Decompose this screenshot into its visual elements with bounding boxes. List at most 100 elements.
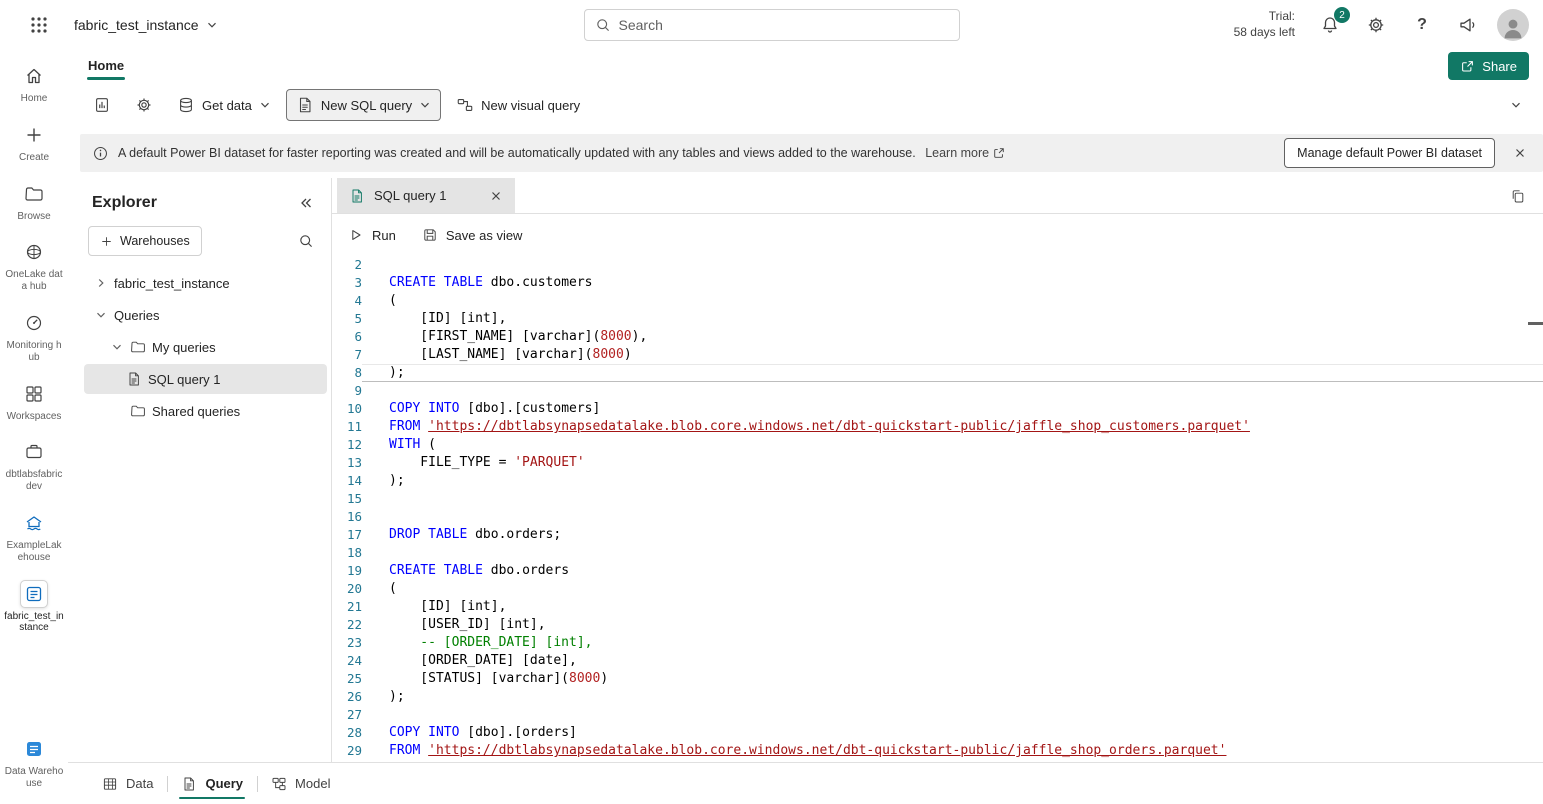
code-line[interactable]: 17 DROP TABLE dbo.orders; [332, 526, 1543, 544]
code-line[interactable]: 19 CREATE TABLE dbo.orders [332, 562, 1543, 580]
close-tab-button[interactable] [485, 185, 507, 207]
explorer-search-button[interactable] [291, 226, 321, 256]
code-line[interactable]: 15 [332, 490, 1543, 508]
line-number: 12 [332, 436, 362, 454]
code-line[interactable]: 20 ( [332, 580, 1543, 598]
workspace-switcher[interactable]: fabric_test_instance [74, 17, 218, 33]
learn-more-link[interactable]: Learn more [925, 146, 1005, 160]
code-line[interactable]: 9 [332, 382, 1543, 400]
nav-item-data-warehouse[interactable]: Data Warehouse [2, 727, 66, 798]
code-line[interactable]: 10 COPY INTO [dbo].[customers] [332, 400, 1543, 418]
line-content: [ID] [int], [362, 310, 1543, 328]
code-line[interactable]: 27 [332, 706, 1543, 724]
new-report-button[interactable] [84, 89, 120, 121]
bottom-tab-model[interactable]: Model [257, 763, 344, 804]
warehouse-settings-button[interactable] [126, 89, 162, 121]
line-content [362, 382, 1543, 400]
collapse-ribbon-button[interactable] [1499, 88, 1533, 122]
scrollbar-cursor-mark[interactable] [1528, 322, 1543, 325]
app-launcher-button[interactable] [22, 8, 56, 42]
nav-item-home[interactable]: Home [2, 54, 66, 113]
nav-item-dbtlabsfabricdev[interactable]: dbtlabsfabricdev [2, 430, 66, 501]
tree-chevron-icon[interactable] [110, 340, 124, 354]
nav-item-browse[interactable]: Browse [2, 172, 66, 231]
sql-code-editor[interactable]: 2 3 CREATE TABLE dbo.customers 4 ( 5 [ID… [332, 256, 1543, 762]
run-button[interactable]: Run [348, 227, 396, 243]
tree-chevron-icon[interactable] [94, 308, 108, 322]
tree-chevron-icon[interactable] [94, 276, 108, 290]
code-line[interactable]: 5 [ID] [int], [332, 310, 1543, 328]
add-warehouses-button[interactable]: Warehouses [88, 226, 202, 256]
nav-item-label: Workspaces [7, 411, 62, 423]
feedback-button[interactable] [1451, 8, 1485, 42]
nav-item-examplelakehouse[interactable]: ExampleLakehouse [2, 501, 66, 572]
tree-chevron-icon[interactable] [110, 404, 124, 418]
folder-icon [130, 339, 146, 355]
code-line[interactable]: 12 WITH ( [332, 436, 1543, 454]
code-line[interactable]: 8 ); [332, 364, 1543, 382]
nav-item-monitoring-hub[interactable]: Monitoring hub [2, 301, 66, 372]
nav-item-fabric-test-instance[interactable]: fabric_test_instance [2, 572, 66, 643]
bottom-tab-query[interactable]: Query [167, 763, 257, 804]
copy-button[interactable] [1505, 183, 1531, 209]
help-button[interactable]: ? [1405, 8, 1439, 42]
code-line[interactable]: 26 ); [332, 688, 1543, 706]
share-button[interactable]: Share [1448, 52, 1529, 80]
collapse-explorer-button[interactable] [295, 192, 317, 214]
nav-item-iconbox [20, 180, 48, 208]
nav-item-icon [24, 739, 44, 759]
nav-item-label: fabric_test_instance [4, 611, 64, 635]
new-sql-query-button[interactable]: New SQL query [286, 89, 441, 121]
notifications-button[interactable]: 2 [1313, 8, 1347, 42]
new-visual-query-button[interactable]: New visual query [447, 89, 589, 121]
workspace-name: fabric_test_instance [74, 17, 199, 33]
nav-item-icon [24, 442, 44, 462]
code-line[interactable]: 13 FILE_TYPE = 'PARQUET' [332, 454, 1543, 472]
code-line[interactable]: 2 [332, 256, 1543, 274]
line-content [362, 706, 1543, 724]
manage-default-dataset-button[interactable]: Manage default Power BI dataset [1284, 138, 1495, 168]
code-line[interactable]: 7 [LAST_NAME] [varchar](8000) [332, 346, 1543, 364]
line-number: 21 [332, 598, 362, 616]
nav-item-iconbox [20, 438, 48, 466]
account-avatar[interactable] [1497, 9, 1529, 41]
code-line[interactable]: 16 [332, 508, 1543, 526]
line-number: 8 [332, 364, 362, 382]
code-line[interactable]: 29 FROM 'https://dbtlabsynapsedatalake.b… [332, 742, 1543, 760]
code-line[interactable]: 22 [USER_ID] [int], [332, 616, 1543, 634]
nav-item-onelake-data-hub[interactable]: OneLake data hub [2, 230, 66, 301]
code-line[interactable]: 24 [ORDER_DATE] [date], [332, 652, 1543, 670]
code-line[interactable]: 21 [ID] [int], [332, 598, 1543, 616]
tree-item-queries[interactable]: Queries [84, 300, 327, 330]
settings-button[interactable] [1359, 8, 1393, 42]
code-line[interactable]: 6 [FIRST_NAME] [varchar](8000), [332, 328, 1543, 346]
code-line[interactable]: 4 ( [332, 292, 1543, 310]
line-content [362, 544, 1543, 562]
tree-item-shared-queries[interactable]: Shared queries [84, 396, 327, 426]
bottom-tab-data[interactable]: Data [88, 763, 167, 804]
save-as-view-button[interactable]: Save as view [422, 227, 523, 243]
nav-item-icon [24, 242, 44, 262]
tab-home[interactable]: Home [84, 53, 128, 80]
code-line[interactable]: 14 ); [332, 472, 1543, 490]
search-box[interactable] [584, 9, 960, 41]
tree-item-fabric-test-instance[interactable]: fabric_test_instance [84, 268, 327, 298]
code-line[interactable]: 25 [STATUS] [varchar](8000) [332, 670, 1543, 688]
search-input[interactable] [619, 17, 949, 33]
nav-item-workspaces[interactable]: Workspaces [2, 372, 66, 431]
nav-item-create[interactable]: Create [2, 113, 66, 172]
query-tab-sql-query-1[interactable]: SQL query 1 [337, 178, 515, 213]
code-line[interactable]: 3 CREATE TABLE dbo.customers [332, 274, 1543, 292]
tree-item-my-queries[interactable]: My queries [84, 332, 327, 362]
line-number: 14 [332, 472, 362, 490]
get-data-button[interactable]: Get data [168, 89, 280, 121]
banner-close-button[interactable] [1505, 138, 1535, 168]
share-label: Share [1482, 59, 1517, 74]
trial-label: Trial: [1234, 9, 1295, 25]
tree-item-sql-query-1[interactable]: SQL query 1 [84, 364, 327, 394]
code-line[interactable]: 11 FROM 'https://dbtlabsynapsedatalake.b… [332, 418, 1543, 436]
code-line[interactable]: 28 COPY INTO [dbo].[orders] [332, 724, 1543, 742]
code-line[interactable]: 23 -- [ORDER_DATE] [int], [332, 634, 1543, 652]
app-window: fabric_test_instance Trial: 58 days left… [0, 0, 1543, 804]
code-line[interactable]: 18 [332, 544, 1543, 562]
